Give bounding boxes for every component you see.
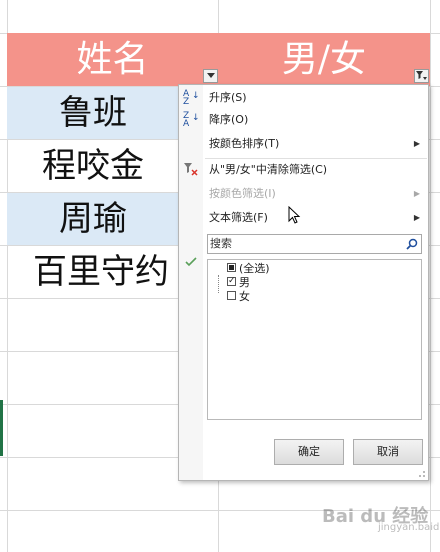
checkbox-unchecked[interactable]	[227, 291, 236, 300]
table-row[interactable]: 百里守约	[7, 246, 179, 298]
autofilter-menu: A Z ↓ 升序(S) Z A ↓ 降序(O) 按颜色排序(T) ▶ 从"男/女"中清除…	[178, 84, 429, 481]
menu-item-sort-ascending[interactable]: A Z ↓ 升序(S)	[179, 87, 428, 109]
filter-value-list: (全选) ✓ 男 女	[207, 259, 422, 420]
filter-icon	[416, 71, 427, 80]
mouse-cursor-icon	[288, 206, 301, 224]
cell-name[interactable]: 百里守约	[7, 246, 179, 298]
cell-name[interactable]: 程咬金	[7, 140, 179, 192]
filter-dropdown-button-name[interactable]	[203, 69, 218, 83]
checkmark-icon	[185, 257, 197, 267]
cell-name[interactable]: 鲁班	[7, 87, 179, 139]
submenu-arrow-icon: ▶	[413, 139, 420, 148]
clear-filter-icon	[183, 162, 199, 178]
header-name[interactable]: 姓名	[7, 33, 218, 86]
selection-indicator	[0, 400, 3, 456]
watermark-logo: Bai du 经验 jingyan.baidu.com	[322, 500, 440, 540]
cell-name[interactable]: 周瑜	[7, 193, 179, 245]
sort-descending-icon: Z A ↓	[183, 111, 200, 129]
submenu-arrow-icon: ▶	[413, 189, 420, 198]
search-icon	[406, 238, 418, 250]
checkbox-partial[interactable]	[227, 263, 236, 272]
submenu-arrow-icon: ▶	[413, 213, 420, 222]
sort-ascending-icon: A Z ↓	[183, 89, 200, 107]
chevron-down-icon	[206, 73, 215, 78]
menu-item-sort-descending[interactable]: Z A ↓ 降序(O)	[179, 109, 428, 131]
ok-button[interactable]: 确定	[274, 439, 344, 465]
menu-item-filter-by-color: 按颜色筛选(I) ▶	[179, 183, 428, 205]
table-row[interactable]: 鲁班	[7, 87, 179, 139]
table-row[interactable]: 周瑜	[7, 193, 179, 245]
header-gender[interactable]: 男/女	[218, 33, 430, 86]
table-row[interactable]: 程咬金	[7, 140, 179, 192]
checkbox-checked[interactable]: ✓	[227, 277, 236, 286]
filter-search-box[interactable]: 搜索	[207, 234, 422, 254]
table-header-row: 姓名 男/女	[7, 33, 430, 86]
filter-active-button-gender[interactable]	[414, 69, 429, 83]
menu-item-text-filters[interactable]: 文本筛选(F) ▶	[179, 207, 428, 229]
resize-grip-icon[interactable]	[418, 470, 426, 478]
cancel-button[interactable]: 取消	[353, 439, 423, 465]
search-input[interactable]: 搜索	[210, 235, 232, 253]
tree-connector	[218, 275, 220, 293]
grid-line	[430, 0, 431, 552]
watermark-subtext: jingyan.baidu.com	[378, 522, 440, 533]
menu-item-clear-filter[interactable]: 从"男/女"中清除筛选(C)	[179, 159, 428, 181]
menu-item-sort-by-color[interactable]: 按颜色排序(T) ▶	[179, 133, 428, 155]
